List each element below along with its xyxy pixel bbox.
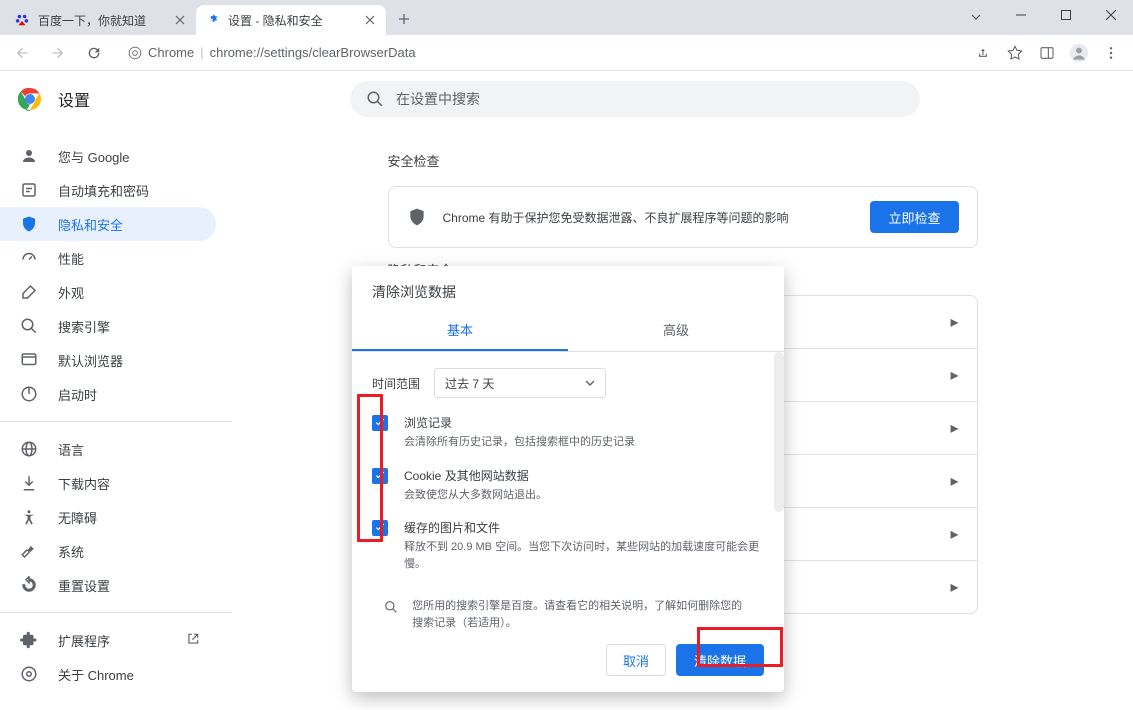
omnibox-url: chrome://settings/clearBrowserData xyxy=(210,45,416,60)
search-icon xyxy=(366,90,384,108)
time-range-value: 过去 7 天 xyxy=(445,375,494,392)
chevron-down-icon xyxy=(585,378,595,388)
option-title: Cookie 及其他网站数据 xyxy=(404,467,764,484)
chrome-logo-icon xyxy=(18,87,42,111)
close-icon[interactable] xyxy=(172,12,188,28)
cancel-button[interactable]: 取消 xyxy=(606,644,666,676)
browser-tab-baidu[interactable]: 百度一下，你就知道 xyxy=(6,5,196,35)
settings-header: 设置 在设置中搜索 xyxy=(0,71,1133,127)
omnibox-vendor: Chrome xyxy=(148,45,194,60)
option-cookies[interactable]: Cookie 及其他网站数据会致使您从大多数网站退出。 xyxy=(372,467,764,504)
dialog-title: 清除浏览数据 xyxy=(352,266,784,310)
kebab-menu-icon[interactable] xyxy=(1097,39,1125,67)
back-button[interactable] xyxy=(8,39,36,67)
checkbox-checked[interactable] xyxy=(372,468,388,484)
option-desc: 释放不到 20.9 MB 空间。当您下次访问时，某些网站的加载速度可能会更慢。 xyxy=(404,539,764,572)
dialog-tabs: 基本 高级 xyxy=(352,310,784,352)
side-panel-icon[interactable] xyxy=(1033,39,1061,67)
option-desc: 会致使您从大多数网站退出。 xyxy=(404,487,764,504)
browser-titlebar: 百度一下，你就知道 设置 - 隐私和安全 xyxy=(0,0,1133,35)
browser-toolbar: Chrome | chrome://settings/clearBrowserD… xyxy=(0,35,1133,71)
search-icon xyxy=(384,598,398,616)
new-tab-button[interactable] xyxy=(390,5,418,33)
checkbox-checked[interactable] xyxy=(372,520,388,536)
window-minimize-icon[interactable] xyxy=(998,0,1043,30)
share-icon[interactable] xyxy=(969,39,997,67)
window-restore-down-icon[interactable] xyxy=(953,0,998,30)
settings-search-input[interactable]: 在设置中搜索 xyxy=(350,81,920,117)
reload-button[interactable] xyxy=(80,39,108,67)
dialog-footer: 取消 清除数据 xyxy=(352,632,784,692)
option-title: 缓存的图片和文件 xyxy=(404,519,764,536)
option-browsing-history[interactable]: 浏览记录会清除所有历史记录，包括搜索框中的历史记录 xyxy=(372,414,764,451)
window-close-icon[interactable] xyxy=(1088,0,1133,30)
scrollbar-handle[interactable] xyxy=(774,352,784,512)
time-range-label: 时间范围 xyxy=(372,375,420,392)
close-icon[interactable] xyxy=(362,12,378,28)
tab-basic[interactable]: 基本 xyxy=(352,310,568,351)
address-bar[interactable]: Chrome | chrome://settings/clearBrowserD… xyxy=(116,39,961,67)
clear-data-button[interactable]: 清除数据 xyxy=(676,644,764,676)
tab-title: 百度一下，你就知道 xyxy=(38,12,172,29)
settings-title: 设置 xyxy=(58,87,90,111)
tab-title: 设置 - 隐私和安全 xyxy=(228,12,362,29)
browser-tab-settings[interactable]: 设置 - 隐私和安全 xyxy=(196,5,386,35)
baidu-favicon-icon xyxy=(14,12,30,28)
tab-advanced[interactable]: 高级 xyxy=(568,310,784,351)
option-cached-images[interactable]: 缓存的图片和文件释放不到 20.9 MB 空间。当您下次访问时，某些网站的加载速… xyxy=(372,519,764,572)
checkbox-checked[interactable] xyxy=(372,415,388,431)
gear-icon xyxy=(204,12,220,28)
clear-browsing-data-dialog: 清除浏览数据 基本 高级 时间范围 过去 7 天 浏览记录会清除所有历史记录，包… xyxy=(352,266,784,692)
dialog-body: 时间范围 过去 7 天 浏览记录会清除所有历史记录，包括搜索框中的历史记录 Co… xyxy=(352,352,784,632)
option-title: 浏览记录 xyxy=(404,414,764,431)
search-placeholder: 在设置中搜索 xyxy=(396,89,480,109)
window-controls xyxy=(953,0,1133,30)
bookmark-star-icon[interactable] xyxy=(1001,39,1029,67)
profile-avatar-icon[interactable] xyxy=(1065,39,1093,67)
forward-button[interactable] xyxy=(44,39,72,67)
info-box: 您所用的搜索引擎是百度。请查看它的相关说明，了解如何删除您的搜索记录（若适用）。 xyxy=(372,588,764,632)
time-range-dropdown[interactable]: 过去 7 天 xyxy=(434,368,606,398)
chrome-icon xyxy=(128,46,142,60)
window-maximize-icon[interactable] xyxy=(1043,0,1088,30)
option-desc: 会清除所有历史记录，包括搜索框中的历史记录 xyxy=(404,434,764,451)
info-text: 您所用的搜索引擎是百度。请查看它的相关说明，了解如何删除您的搜索记录（若适用）。 xyxy=(412,598,752,631)
